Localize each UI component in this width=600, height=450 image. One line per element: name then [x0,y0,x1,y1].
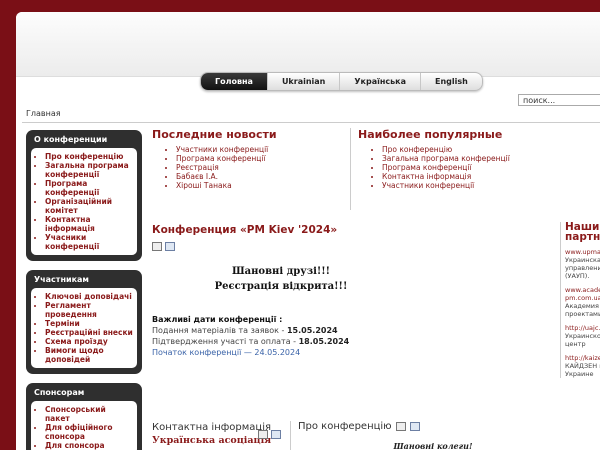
conference-start: Початок конференції — 24.05.2024 [152,348,301,357]
breadcrumb[interactable]: Главная [26,109,61,118]
page: Головна Ukrainian Українська English Гла… [16,12,600,450]
partner-link[interactable]: www.acader [565,286,600,294]
sidebar-item-program[interactable]: Програма конференції [45,179,133,197]
partner-item: www.upma.k Украинская управления (УАУП). [565,248,600,280]
header-banner [16,12,600,77]
module-about-conference: О конференции Про конференцію Загальна п… [26,130,142,261]
sidebar-item-sponsor[interactable]: Для спонсора [45,441,133,450]
module-participants: Участникам Ключові доповідачі Регламент … [26,270,142,374]
popular-item[interactable]: Контактна інформація [382,172,558,181]
news-item[interactable]: Участники конференції [176,145,352,154]
module-sponsors: Спонсорам Спонсорський пакет Для офіційн… [26,383,142,450]
left-sidebar: О конференции Про конференцію Загальна п… [26,130,142,450]
about-title: Про конференцію [298,421,568,432]
sidebar-item-schedule[interactable]: Регламент проведення [45,301,133,319]
sidebar-item-keynote[interactable]: Ключові доповідачі [45,292,133,301]
partner-link[interactable]: http://uajc.c [565,324,600,332]
article-title[interactable]: Конференция «PM Kiev '2024» [152,224,410,236]
sidebar-item-deadlines[interactable]: Терміни [45,319,133,328]
menu-english[interactable]: English [421,73,482,90]
dates-title: Важливі дати конференції : [152,315,283,324]
email-icon[interactable] [271,430,281,439]
sidebar-item-participants[interactable]: Учасники конференції [45,233,133,251]
module-title: Спонсорам [34,388,85,397]
email-icon[interactable] [165,242,175,251]
partner-item: http://uajc.c Украинско- центр [565,324,600,348]
divider [22,122,600,123]
contact-icons [258,430,281,439]
news-item[interactable]: Бабаєв І.А. [176,172,352,181]
menu-home[interactable]: Головна [201,73,268,90]
greeting-line: Шановні друзі!!! [231,266,331,277]
news-item[interactable]: Програма конференції [176,154,352,163]
sidebar-item-general-program[interactable]: Загальна програма конференції [45,161,133,179]
section-title: Последние новости [152,128,277,141]
conference-article: Конференция «PM Kiev '2024» Шановні друз… [152,224,410,357]
partner-link[interactable]: http://kaizen [565,354,600,362]
print-icon[interactable] [152,242,162,251]
popular-item[interactable]: Програма конференції [382,163,558,172]
latest-news: Последние новости Участники конференції … [152,128,352,190]
menu-ukrainian-en[interactable]: Ukrainian [268,73,341,90]
search-input[interactable] [518,94,600,106]
menu-ukrainian[interactable]: Українська [340,73,421,90]
sidebar-item-sponsor-package[interactable]: Спонсорський пакет [45,405,133,423]
partner-link[interactable]: www.upma.k [565,248,600,256]
sidebar-item-contacts[interactable]: Контактна інформація [45,215,133,233]
about-section: Про конференцію Шановні колеги! [290,421,568,450]
news-item[interactable]: Хіроші Танака [176,181,352,190]
print-icon[interactable] [258,430,268,439]
news-item[interactable]: Реєстрація [176,163,352,172]
popular-item[interactable]: Про конференцію [382,145,558,154]
top-menu: Головна Ukrainian Українська English [200,72,483,91]
about-greeting: Шановні колеги! [393,441,473,450]
confirmation-deadline: Підтвердження участі та оплата - 18.05.2… [152,337,350,346]
submission-deadline: Подання матеріалів та заявок - 15.05.202… [152,326,338,335]
sidebar-item-directions[interactable]: Схема проїзду [45,337,133,346]
email-icon[interactable] [409,422,420,431]
partners-panel: Нашипартнё www.upma.k Украинская управле… [560,222,600,378]
popular-item[interactable]: Участники конференції [382,181,558,190]
sidebar-item-requirements[interactable]: Вимоги щодо доповідей [45,346,133,364]
print-icon[interactable] [395,422,406,431]
partner-item: www.acader pm.com.ua Академия у проектам… [565,286,600,318]
sidebar-item-official-sponsor[interactable]: Для офіційного спонсора [45,423,133,441]
partner-item: http://kaizen КАЙДЗЕН ка Украине [565,354,600,378]
popular-item[interactable]: Загальна програма конференції [382,154,558,163]
partners-title: Нашипартнё [565,221,600,243]
most-popular: Наиболее популярные Про конференцію Зага… [350,128,558,210]
sidebar-item-committee[interactable]: Організаційний комітет [45,197,133,215]
module-title: Участникам [34,275,89,284]
module-title: О конференции [34,135,108,144]
sidebar-item-fees[interactable]: Реєстраційні внески [45,328,133,337]
sidebar-item-about[interactable]: Про конференцію [45,152,133,161]
section-title: Наиболее популярные [358,128,503,141]
registration-open-line: Реєстрація відкрита!!! [214,281,348,292]
